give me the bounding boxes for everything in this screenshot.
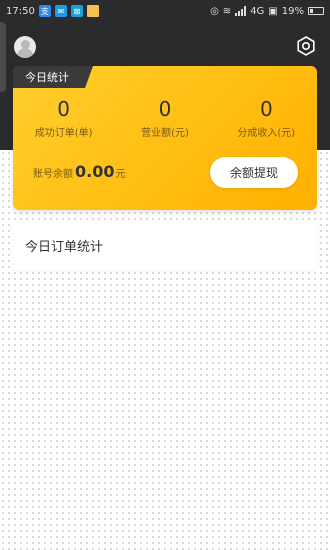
battery-level: 19% (281, 5, 304, 17)
battery-icon (308, 7, 324, 15)
stat-value: 0 (158, 97, 172, 121)
network-type: 4G (250, 5, 265, 17)
avatar[interactable] (14, 36, 36, 58)
today-orders-panel: 今日订单统计 (13, 222, 317, 270)
location-icon: ◎ (210, 5, 219, 17)
app-notification-icon: 支 (38, 5, 51, 17)
stats-row: 0 成功订单(单) 0 营业额(元) 0 分成收入(元) (13, 96, 317, 146)
stat-revenue: 0 营业额(元) (114, 96, 215, 146)
stat-commission: 0 分成收入(元) (216, 96, 317, 146)
account-balance: 账号余额 0.00 元 (33, 162, 125, 181)
today-stats-card: 今日统计 0 成功订单(单) 0 营业额(元) 0 分成收入(元) 账号余额 0… (13, 66, 317, 210)
wifi-icon: ≋ (222, 5, 232, 17)
stat-label: 成功订单(单) (34, 128, 93, 139)
avatar-head-icon (20, 40, 30, 49)
stat-value: 0 (259, 97, 273, 121)
stat-label: 营业额(元) (141, 128, 189, 139)
today-orders-title: 今日订单统计 (25, 240, 104, 255)
message-notification-icon: ✉ (54, 5, 67, 17)
balance-label: 账号余额 (33, 169, 73, 180)
balance-amount: 0.00 (75, 162, 115, 181)
stat-success-orders: 0 成功订单(单) (13, 96, 114, 146)
signal-icon (235, 6, 247, 16)
app-notification-icon: ⊠ (70, 5, 83, 17)
today-stats-tab: 今日统计 (13, 66, 93, 88)
status-bar: 17:50 支 ✉ ⊠ ◎ ≋ 4G ▣ 19% (0, 0, 330, 22)
status-time: 17:50 (6, 5, 35, 17)
stat-value: 0 (57, 97, 71, 121)
balance-unit: 元 (115, 169, 126, 180)
withdraw-button[interactable]: 余额提现 (210, 157, 298, 188)
folder-notification-icon (86, 5, 99, 17)
settings-icon[interactable] (296, 36, 316, 56)
floating-side-handle[interactable] (0, 22, 6, 92)
stat-label: 分成收入(元) (237, 128, 296, 139)
sim-icon: ▣ (268, 5, 278, 17)
